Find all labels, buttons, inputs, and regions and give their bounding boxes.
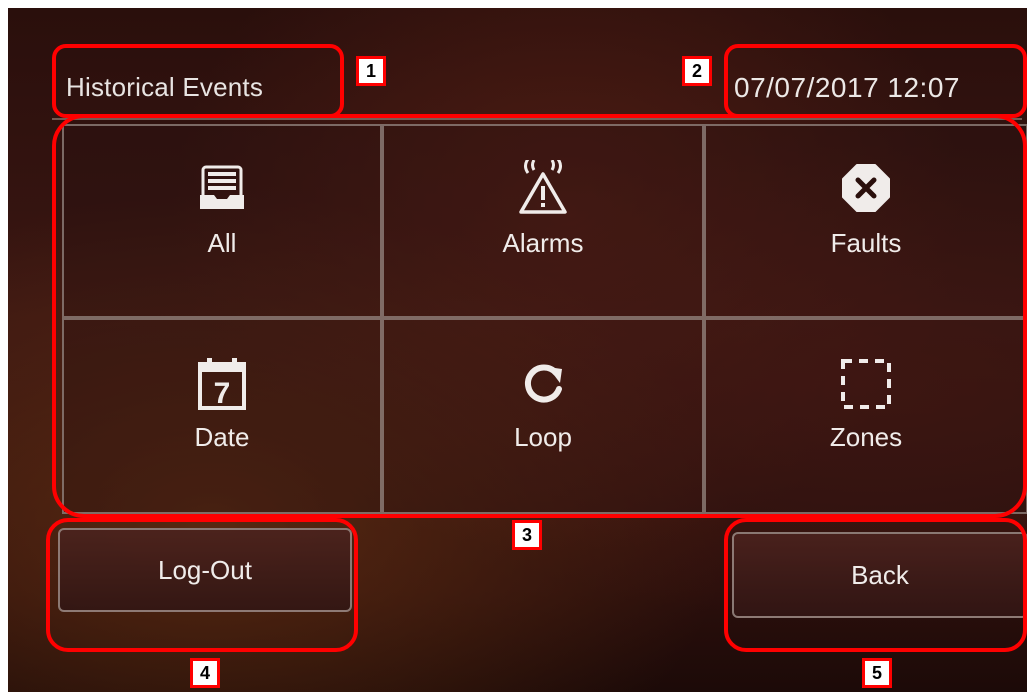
annotation-marker-5: 5: [862, 658, 892, 688]
annotation-marker-2: 2: [682, 56, 712, 86]
annotation-box-logout: [46, 518, 358, 652]
annotation-marker-1: 1: [356, 56, 386, 86]
annotation-marker-3: 3: [512, 520, 542, 550]
annotation-box-datetime: [724, 44, 1027, 118]
annotation-box-title: [52, 44, 344, 118]
annotation-marker-4: 4: [190, 658, 220, 688]
annotation-box-back: [724, 518, 1027, 652]
annotation-box-grid: [52, 114, 1027, 518]
